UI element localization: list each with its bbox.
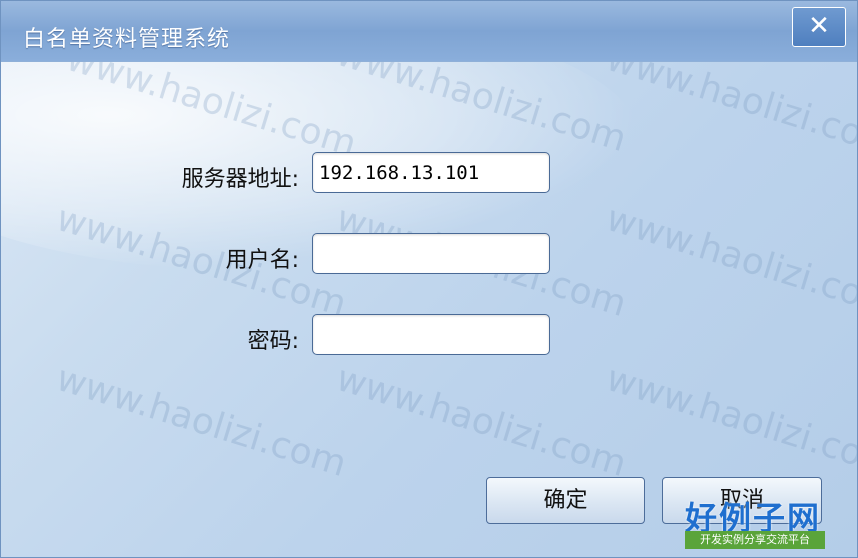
close-button[interactable]: ✕ (792, 7, 846, 47)
password-input[interactable] (312, 314, 550, 355)
watermark-text: www.haolizi.com (51, 357, 352, 486)
close-icon: ✕ (808, 11, 830, 41)
site-logo: 好例子网 开发实例分享交流平台 (685, 493, 825, 553)
ok-button[interactable]: 确定 (486, 477, 645, 524)
title-bar[interactable]: 白名单资料管理系统 ✕ (1, 1, 857, 62)
window-title: 白名单资料管理系统 (23, 27, 231, 52)
server-address-label: 服务器地址: (181, 167, 299, 192)
login-dialog: www.haolizi.com www.haolizi.com www.haol… (0, 0, 858, 558)
password-label: 密码: (247, 329, 299, 354)
server-address-input[interactable] (312, 152, 550, 193)
watermark-text: www.haolizi.com (331, 357, 632, 486)
logo-subtitle: 开发实例分享交流平台 (685, 531, 825, 549)
watermark-text: www.haolizi.com (601, 197, 858, 326)
username-label: 用户名: (225, 248, 299, 273)
watermark-text: www.haolizi.com (601, 357, 858, 486)
username-input[interactable] (312, 233, 550, 274)
